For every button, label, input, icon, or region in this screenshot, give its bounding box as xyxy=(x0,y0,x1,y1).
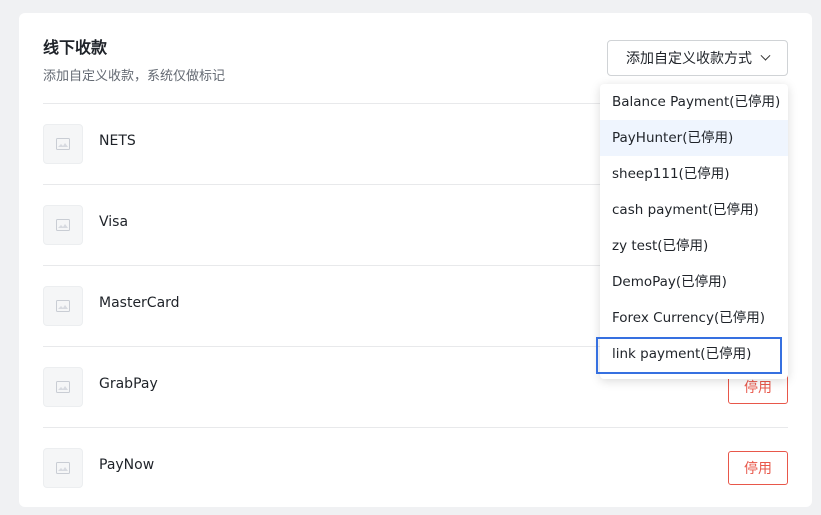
dropdown-item[interactable]: sheep111(已停用) xyxy=(600,156,788,192)
dropdown-item[interactable]: Forex Currency(已停用) xyxy=(600,300,788,336)
dropdown-item[interactable]: link payment(已停用) xyxy=(600,336,788,372)
dropdown-item[interactable]: PayHunter(已停用) xyxy=(600,120,788,156)
image-placeholder-icon xyxy=(43,286,83,326)
payment-name: NETS xyxy=(99,133,136,149)
disable-button[interactable]: 停用 xyxy=(728,451,788,485)
image-placeholder-icon xyxy=(43,367,83,407)
payment-name: MasterCard xyxy=(99,295,180,311)
dropdown-item[interactable]: zy test(已停用) xyxy=(600,228,788,264)
payment-row-paynow: PayNow 停用 xyxy=(43,427,788,507)
payment-name: GrabPay xyxy=(99,376,158,392)
dropdown-item[interactable]: DemoPay(已停用) xyxy=(600,264,788,300)
payment-name: Visa xyxy=(99,214,129,230)
payment-name: PayNow xyxy=(99,457,155,473)
section-title: 线下收款 xyxy=(43,38,108,57)
dropdown-item[interactable]: cash payment(已停用) xyxy=(600,192,788,228)
add-custom-payment-button[interactable]: 添加自定义收款方式 xyxy=(607,40,788,76)
image-placeholder-icon xyxy=(43,205,83,245)
dropdown-item[interactable]: Balance Payment(已停用) xyxy=(600,84,788,120)
add-custom-payment-label: 添加自定义收款方式 xyxy=(626,51,752,67)
custom-payment-dropdown: Balance Payment(已停用) PayHunter(已停用) shee… xyxy=(600,84,788,379)
image-placeholder-icon xyxy=(43,448,83,488)
section-subtitle: 添加自定义收款，系统仅做标记 xyxy=(43,69,226,84)
chevron-down-icon xyxy=(760,50,771,61)
image-placeholder-icon xyxy=(43,124,83,164)
